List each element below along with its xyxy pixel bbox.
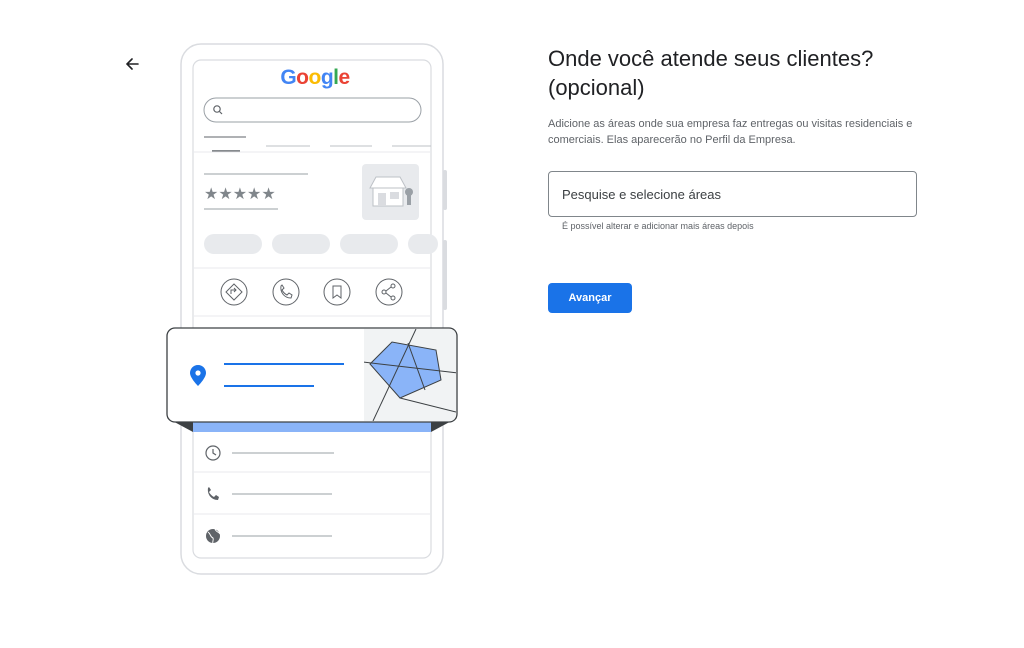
phone-illustration: ★★★★★ (166, 43, 458, 575)
back-button[interactable] (120, 52, 144, 76)
google-logo-letter: o (308, 66, 321, 89)
helper-text: É possível alterar e adicionar mais área… (562, 221, 754, 231)
service-area-search-field[interactable] (548, 171, 917, 217)
globe-icon (206, 528, 221, 544)
next-button[interactable]: Avançar (548, 283, 632, 313)
business-profile-illustration: ★★★★★ Google (160, 40, 470, 580)
page-description: Adicione as áreas onde sua empresa faz e… (548, 118, 913, 146)
google-logo-letter: G (280, 66, 297, 89)
google-logo-letter: g (320, 66, 334, 89)
page-title: Onde você atende seus clientes? (opciona… (548, 46, 874, 100)
arrow-back-icon (126, 58, 139, 70)
service-area-form: Onde você atende seus clientes? (opciona… (548, 44, 920, 313)
service-area-search-input[interactable] (562, 186, 903, 202)
page: ★★★★★ Google Onde você atende seus clien… (0, 0, 1024, 648)
rating-stars: ★★★★★ (204, 184, 276, 203)
google-logo-letter: e (338, 66, 350, 89)
google-logo: Google (160, 66, 470, 90)
google-logo-letter: o (296, 66, 309, 89)
